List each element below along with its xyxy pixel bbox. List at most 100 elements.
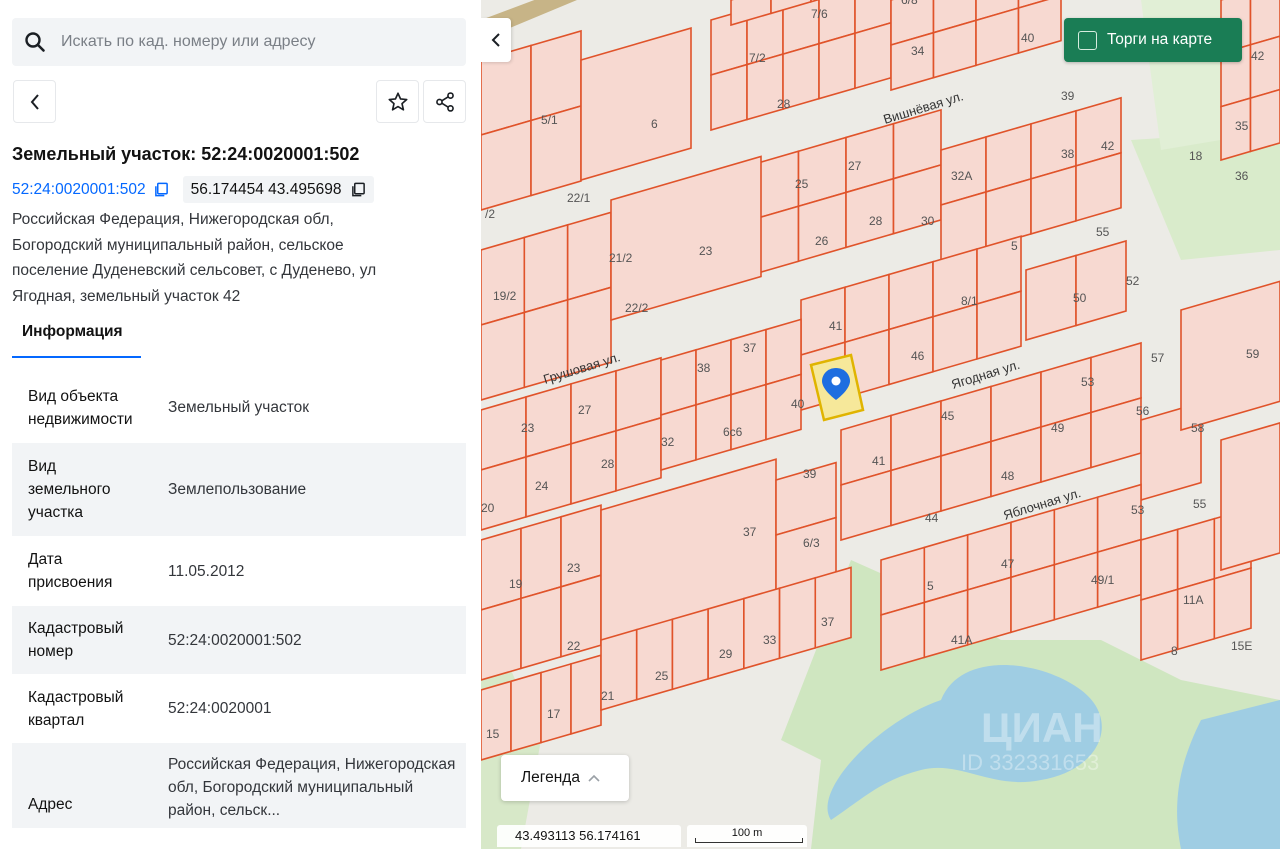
land-parcel[interactable] (525, 442, 572, 519)
land-parcel[interactable] (635, 618, 674, 701)
parcel-number-label: 48 (1001, 469, 1015, 483)
info-row: Вид объекта недвижимости Земельный участ… (12, 372, 466, 443)
land-parcel[interactable] (530, 29, 582, 122)
land-parcel[interactable] (540, 662, 572, 744)
info-key: Вид земельного участка (28, 458, 111, 521)
cadastral-number-link[interactable]: 52:24:0020001:502 (12, 181, 146, 199)
land-parcel[interactable] (1176, 577, 1216, 651)
land-parcel[interactable] (854, 21, 892, 90)
map-canvas[interactable]: 7/66/83440427/2283965/16252732А384218353… (481, 0, 1280, 849)
land-parcel[interactable] (570, 654, 602, 735)
land-parcel[interactable] (730, 328, 767, 396)
land-parcel[interactable] (481, 236, 526, 326)
parcel-number-label: 47 (1001, 557, 1015, 571)
land-parcel[interactable] (1180, 280, 1280, 432)
parcel-number-label: 5 (927, 579, 934, 593)
land-parcel[interactable] (481, 597, 522, 681)
land-parcel[interactable] (1213, 567, 1252, 640)
land-parcel[interactable] (523, 223, 569, 314)
parcel-number-label: 6/8 (901, 0, 918, 7)
parcel-number-label: 39 (1061, 89, 1075, 103)
land-parcel[interactable] (976, 290, 1022, 361)
parcel-number-label: 38 (1061, 147, 1075, 161)
land-parcel[interactable] (520, 585, 562, 670)
info-key: Адрес (28, 796, 73, 813)
land-parcel[interactable] (932, 302, 978, 373)
land-parcel[interactable] (814, 566, 852, 649)
land-parcel[interactable] (1017, 0, 1062, 55)
search-placeholder: Искать по кад. номеру или адресу (61, 33, 316, 50)
land-parcel[interactable] (520, 515, 562, 600)
parcel-number-label: 28 (777, 97, 791, 111)
parcel-number-label: 28 (601, 457, 615, 471)
land-parcel[interactable] (880, 601, 926, 672)
info-value: Земельный участок (168, 399, 310, 416)
object-info-panel: Искать по кад. номеру или адресу Земельн… (0, 0, 481, 849)
parcel-number-label: 55 (1193, 497, 1207, 511)
back-button[interactable] (13, 80, 56, 123)
parcel-number-label: 42 (1101, 139, 1115, 153)
favorite-button[interactable] (376, 80, 419, 123)
parcel-number-label: 29 (719, 647, 733, 661)
land-parcel[interactable] (610, 155, 762, 322)
collapse-panel-button[interactable] (481, 18, 511, 62)
land-parcel[interactable] (510, 671, 542, 753)
search-bar[interactable]: Искать по кад. номеру или адресу (12, 18, 466, 66)
parcel-number-label: 32А (951, 169, 972, 183)
auctions-toggle[interactable]: Торги на карте (1064, 18, 1242, 62)
parcel-number-label: 6с6 (723, 425, 743, 439)
parcel-number-label: 59 (1246, 347, 1260, 361)
land-parcel[interactable] (481, 455, 527, 531)
land-parcel[interactable] (1249, 88, 1280, 153)
land-parcel[interactable] (818, 32, 856, 100)
address-line: Ягодная, земельный участок 42 (12, 287, 241, 305)
land-parcel[interactable] (1140, 528, 1179, 602)
land-parcel[interactable] (1025, 254, 1077, 342)
land-parcel[interactable] (660, 348, 697, 417)
land-parcel[interactable] (1220, 422, 1280, 572)
land-parcel[interactable] (1075, 239, 1127, 327)
land-parcel[interactable] (1249, 35, 1280, 100)
share-button[interactable] (423, 80, 466, 123)
legend-label: Легенда (521, 769, 580, 786)
tab-information[interactable]: Информация (12, 318, 141, 358)
cadastral-map[interactable]: 7/66/83440427/2283965/16252732А384218353… (481, 0, 1280, 849)
land-parcel[interactable] (580, 27, 692, 182)
parcel-number-label: 5 (1011, 239, 1018, 253)
land-parcel[interactable] (765, 318, 802, 386)
land-parcel[interactable] (615, 416, 662, 492)
copy-icon[interactable] (351, 182, 366, 197)
info-value: Землепользование (168, 481, 307, 498)
parcel-number-label: 22/2 (625, 301, 649, 315)
parcel-number-label: 40 (1021, 31, 1035, 45)
parcel-number-label: 26 (815, 234, 829, 248)
coordinates-chip[interactable]: 56.174454 43.495698 (182, 176, 375, 203)
land-parcel[interactable] (710, 63, 748, 132)
info-value: Российская Федерация, Нижегородская обл,… (168, 756, 456, 819)
parcel-number-label: 49 (1051, 421, 1065, 435)
info-key: Вид объекта недвижимости (28, 387, 133, 428)
parcel-number-label: 30 (921, 214, 935, 228)
auctions-checkbox[interactable] (1078, 30, 1097, 50)
land-parcel[interactable] (481, 119, 532, 211)
legend-button[interactable]: Легенда (501, 755, 629, 801)
land-parcel[interactable] (730, 383, 767, 451)
land-parcel[interactable] (778, 576, 817, 660)
land-parcel[interactable] (923, 588, 969, 659)
land-parcel[interactable] (743, 587, 781, 670)
copy-icon[interactable] (154, 182, 169, 197)
parcel-number-label: 40 (791, 397, 805, 411)
parcel-number-label: 15Е (1231, 639, 1252, 653)
parcel-number-label: 5/1 (541, 113, 558, 127)
land-parcel[interactable] (481, 680, 512, 761)
land-parcel[interactable] (707, 597, 745, 680)
land-parcel[interactable] (671, 607, 709, 691)
land-parcel[interactable] (566, 211, 612, 301)
land-parcel[interactable] (966, 576, 1012, 646)
parcel-number-label: 22 (567, 639, 581, 653)
land-parcel[interactable] (481, 527, 522, 611)
land-parcel[interactable] (481, 311, 526, 401)
info-row: Адрес Российская Федерация, Нижегородска… (12, 743, 466, 828)
land-parcel[interactable] (1176, 517, 1216, 591)
land-parcel[interactable] (1010, 563, 1056, 634)
